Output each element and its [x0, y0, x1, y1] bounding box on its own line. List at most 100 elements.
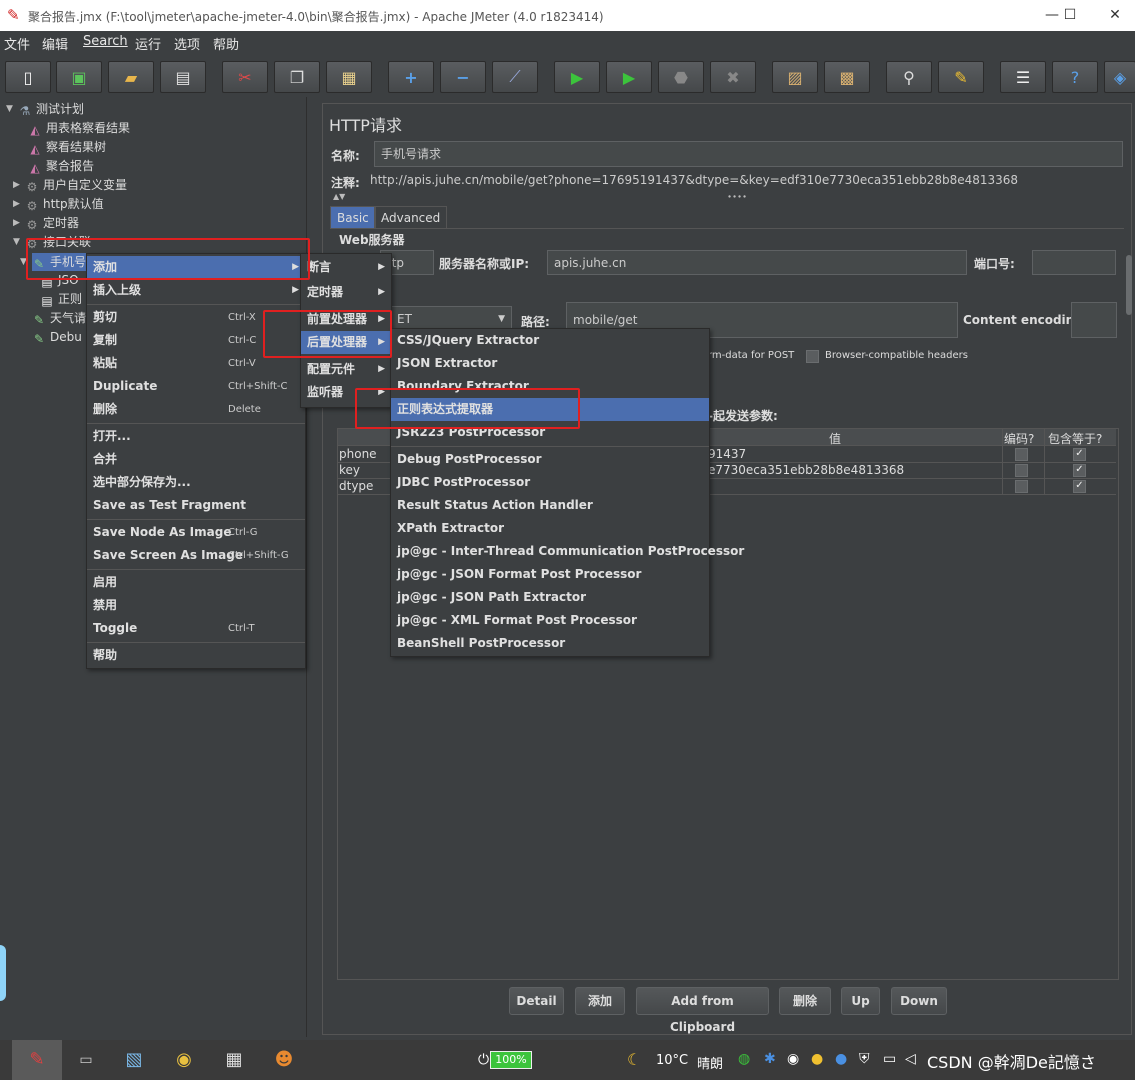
post-item-xml-format-processor[interactable]: jp@gc - XML Format Post Processor: [391, 609, 709, 632]
tree-item-table-results[interactable]: ◭ 用表格察看结果: [28, 119, 130, 137]
name-input[interactable]: 手机号请求: [374, 141, 1123, 167]
tab-basic[interactable]: Basic: [330, 206, 376, 229]
start-button[interactable]: ▶: [554, 61, 600, 93]
menu-item-save-test-fragment[interactable]: Save as Test Fragment: [87, 494, 305, 517]
include-equals-checkbox[interactable]: ✓: [1073, 448, 1086, 461]
detail-button[interactable]: Detail: [509, 987, 564, 1015]
volume-icon[interactable]: ◁: [905, 1051, 916, 1067]
menu-search[interactable]: Search: [83, 34, 128, 49]
clapper-icon[interactable]: ▦: [220, 1046, 248, 1074]
post-item-beanshell-postprocessor[interactable]: BeanShell PostProcessor: [391, 632, 709, 655]
post-item-css-jquery-extractor[interactable]: CSS/JQuery Extractor: [391, 329, 709, 352]
tray-l-icon[interactable]: ●: [835, 1051, 847, 1067]
post-item-result-status-handler[interactable]: Result Status Action Handler: [391, 494, 709, 517]
encode-checkbox[interactable]: [1015, 480, 1028, 493]
shutdown-button[interactable]: ✖: [710, 61, 756, 93]
submenu-item-config-elements[interactable]: 配置元件 ▶: [301, 358, 391, 381]
toggle-button[interactable]: ⟋: [492, 61, 538, 93]
menu-item-open[interactable]: 打开...: [87, 425, 305, 448]
tab-advanced[interactable]: Advanced: [374, 206, 448, 229]
reset-search-button[interactable]: ✎: [938, 61, 984, 93]
menu-options[interactable]: 选项: [174, 34, 200, 53]
tree-item-aggregate-report[interactable]: ◭ 聚合报告: [28, 157, 94, 175]
menu-item-help[interactable]: 帮助: [87, 644, 305, 667]
terminal-icon[interactable]: ▭: [72, 1046, 100, 1074]
close-button[interactable]: ✕: [1095, 4, 1135, 26]
tree-item-test-plan[interactable]: ⚗ 测试计划: [18, 100, 84, 118]
notepad-icon[interactable]: ▧: [120, 1046, 148, 1074]
menu-item-delete[interactable]: 删除 Delete: [87, 398, 305, 421]
menu-item-disable[interactable]: 禁用: [87, 594, 305, 617]
tree-item-timer[interactable]: ⚙ 定时器: [25, 214, 79, 232]
remote-button[interactable]: ◈: [1104, 61, 1135, 93]
include-equals-checkbox[interactable]: ✓: [1073, 464, 1086, 477]
app-icon[interactable]: ☻: [270, 1046, 298, 1074]
encode-checkbox[interactable]: [1015, 448, 1028, 461]
menu-item-save-selection[interactable]: 选中部分保存为...: [87, 471, 305, 494]
network-icon[interactable]: ▭: [883, 1051, 896, 1067]
new-button[interactable]: ▯: [5, 61, 51, 93]
tree-expander-icon[interactable]: ▼: [13, 237, 20, 247]
maximize-button[interactable]: ☐: [1050, 4, 1090, 26]
tree-expander-icon[interactable]: ▼: [6, 104, 13, 114]
menu-edit[interactable]: 编辑: [42, 34, 68, 53]
templates-button[interactable]: ▣: [56, 61, 102, 93]
start-no-pause-button[interactable]: ▶: [606, 61, 652, 93]
tree-expander-icon[interactable]: ▶: [13, 180, 20, 190]
post-item-json-extractor[interactable]: JSON Extractor: [391, 352, 709, 375]
shield-icon[interactable]: ⛨: [859, 1051, 870, 1067]
function-helper-button[interactable]: ☰: [1000, 61, 1046, 93]
drag-grip-icon[interactable]: ∙∙∙∙: [727, 192, 747, 201]
tree-expander-icon[interactable]: ▶: [13, 199, 20, 209]
menu-run[interactable]: 运行: [135, 34, 161, 53]
copy-button[interactable]: ❐: [274, 61, 320, 93]
menu-item-toggle[interactable]: Toggle Ctrl-T: [87, 617, 305, 640]
panel-scrollbar[interactable]: [1126, 255, 1132, 315]
jmeter-taskbar-icon[interactable]: ✎: [23, 1046, 51, 1074]
tree-item-user-vars[interactable]: ⚙ 用户自定义变量: [25, 176, 127, 194]
tree-item-result-tree[interactable]: ◭ 察看结果树: [28, 138, 106, 156]
chrome-icon[interactable]: ◉: [170, 1046, 198, 1074]
tree-item-http-defaults[interactable]: ⚙ http默认值: [25, 195, 104, 213]
post-item-xpath-extractor[interactable]: XPath Extractor: [391, 517, 709, 540]
up-button[interactable]: Up: [841, 987, 880, 1015]
post-item-json-format-processor[interactable]: jp@gc - JSON Format Post Processor: [391, 563, 709, 586]
collapse-arrows-icon[interactable]: ▲▼: [333, 192, 345, 201]
browser-headers-checkbox[interactable]: [806, 350, 819, 363]
menu-item-save-node-image[interactable]: Save Node As Image Ctrl-G: [87, 521, 305, 544]
submenu-item-timers[interactable]: 定时器 ▶: [301, 281, 391, 304]
submenu-item-assertions[interactable]: 断言 ▶: [301, 256, 391, 279]
encode-checkbox[interactable]: [1015, 464, 1028, 477]
expand-button[interactable]: +: [388, 61, 434, 93]
menu-item-save-screen-image[interactable]: Save Screen As Image Ctrl+Shift-G: [87, 544, 305, 567]
tray-app-icon[interactable]: ●: [811, 1051, 823, 1067]
stop-button[interactable]: ⬣: [658, 61, 704, 93]
record-icon[interactable]: ◉: [787, 1051, 799, 1067]
encoding-input[interactable]: [1071, 302, 1117, 338]
delete-button[interactable]: 删除: [779, 987, 831, 1015]
tree-item-debug[interactable]: ✎ Debu: [32, 328, 82, 346]
down-button[interactable]: Down: [891, 987, 947, 1015]
open-button[interactable]: ▰: [108, 61, 154, 93]
menu-item-insert-parent[interactable]: 插入上级 ▶: [87, 279, 305, 302]
paste-button[interactable]: ▦: [326, 61, 372, 93]
post-item-debug-postprocessor[interactable]: Debug PostProcessor: [391, 448, 709, 471]
menu-item-enable[interactable]: 启用: [87, 571, 305, 594]
tree-item-weather-request[interactable]: ✎ 天气请: [32, 309, 86, 327]
wechat-icon[interactable]: ◍: [738, 1051, 750, 1067]
include-equals-checkbox[interactable]: ✓: [1073, 480, 1086, 493]
comment-input[interactable]: http://apis.juhe.cn/mobile/get?phone=176…: [364, 170, 1123, 192]
post-item-jdbc-postprocessor[interactable]: JDBC PostProcessor: [391, 471, 709, 494]
post-item-json-path-extractor[interactable]: jp@gc - JSON Path Extractor: [391, 586, 709, 609]
save-button[interactable]: ▤: [160, 61, 206, 93]
bluetooth-icon[interactable]: ✱: [764, 1051, 776, 1067]
cut-button[interactable]: ✂: [222, 61, 268, 93]
menu-item-merge[interactable]: 合并: [87, 448, 305, 471]
menu-file[interactable]: 文件: [4, 34, 30, 53]
add-button[interactable]: 添加: [575, 987, 625, 1015]
menu-item-duplicate[interactable]: Duplicate Ctrl+Shift-C: [87, 375, 305, 398]
server-input[interactable]: apis.juhe.cn: [547, 250, 967, 275]
menu-help[interactable]: 帮助: [213, 34, 239, 53]
port-input[interactable]: [1032, 250, 1116, 275]
search-button[interactable]: ⚲: [886, 61, 932, 93]
